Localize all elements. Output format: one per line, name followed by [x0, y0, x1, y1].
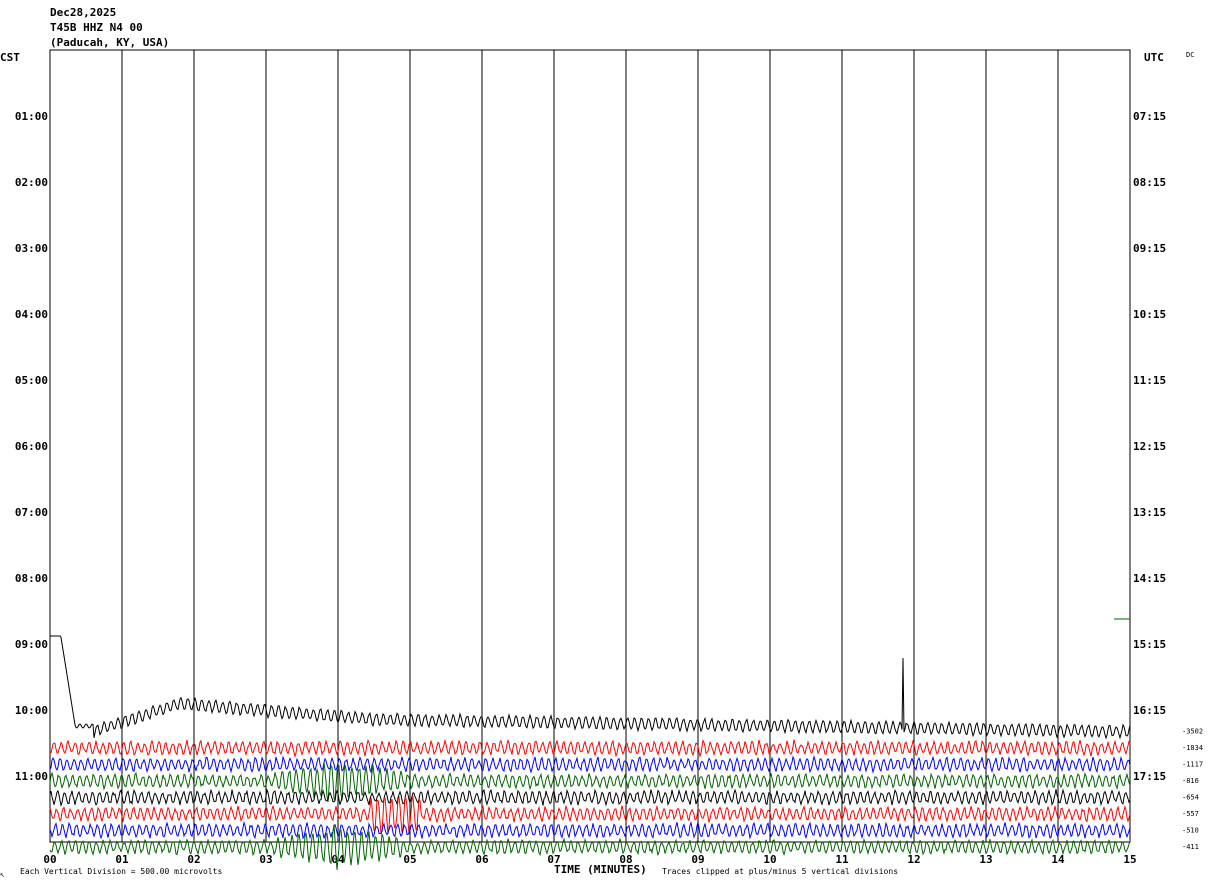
right-axis-label: UTC: [1144, 51, 1164, 64]
cst-hour-label: 02:00: [15, 176, 48, 189]
helicorder-chart: Dec28,2025 T45B HHZ N4 00 (Paducah, KY, …: [0, 6, 1203, 879]
right-time-ticks: 07:15 08:15 09:15 10:15 11:15 12:15 13:15 14:15…: [1133, 110, 1166, 783]
trace-offset-label: -816: [1182, 777, 1199, 785]
clip-note: Traces clipped at plus/minus 5 vertical …: [662, 867, 898, 876]
x-tick-label: 03: [259, 853, 272, 866]
trace-offset-label: -3502: [1182, 728, 1203, 736]
cst-hour-label: 05:00: [15, 374, 48, 387]
cst-hour-label: 11:00: [15, 770, 48, 783]
corner-mark: ↖: [0, 870, 5, 879]
x-tick-label: 15: [1123, 853, 1136, 866]
utc-hour-label: 13:15: [1133, 506, 1166, 519]
cst-hour-label: 04:00: [15, 308, 48, 321]
left-axis-label: CST: [0, 51, 20, 64]
x-tick-label: 00: [43, 853, 56, 866]
seismic-trace-blue: [49, 754, 1131, 774]
x-tick-label: 01: [115, 853, 129, 866]
seismic-trace-black: [50, 635, 1131, 740]
scale-note: Each Vertical Division = 500.00 microvol…: [20, 867, 222, 876]
cst-hour-label: 08:00: [15, 572, 48, 585]
x-tick-label: 06: [475, 853, 489, 866]
trace-offset-label: -411: [1182, 843, 1199, 851]
cst-hour-label: 01:00: [15, 110, 48, 123]
x-tick-label: 11: [835, 853, 849, 866]
cst-hour-label: 09:00: [15, 638, 48, 651]
seismic-trace-red: [50, 738, 1131, 759]
x-tick-label: 10: [763, 853, 776, 866]
x-axis-title: TIME (MINUTES): [554, 863, 647, 876]
utc-hour-label: 12:15: [1133, 440, 1166, 453]
utc-hour-label: 07:15: [1133, 110, 1166, 123]
utc-hour-label: 15:15: [1133, 638, 1166, 651]
trace-offset-label: -1834: [1182, 744, 1203, 752]
trace-offset-label: -654: [1182, 794, 1199, 802]
dc-label: DC: [1186, 51, 1194, 59]
utc-hour-label: 11:15: [1133, 374, 1166, 387]
trace-offset-label: -510: [1182, 827, 1199, 835]
x-tick-label: 05: [403, 853, 416, 866]
trace-offset-label: -1117: [1182, 761, 1203, 769]
left-time-ticks: 01:00 02:00 03:00 04:00 05:00 06:00 07:00 08:00…: [15, 110, 48, 783]
trace-offset-label: -557: [1182, 810, 1199, 818]
date-label: Dec28,2025: [50, 6, 116, 19]
x-tick-label: 09: [691, 853, 704, 866]
x-tick-label: 02: [187, 853, 200, 866]
seismic-traces: [49, 635, 1131, 870]
utc-hour-label: 09:15: [1133, 242, 1166, 255]
utc-hour-label: 14:15: [1133, 572, 1166, 585]
cst-hour-label: 07:00: [15, 506, 48, 519]
vertical-grid: [121, 50, 1059, 842]
location-label: (Paducah, KY, USA): [50, 36, 169, 49]
seismic-trace-blue: [49, 820, 1131, 840]
utc-hour-label: 16:15: [1133, 704, 1166, 717]
x-tick-label: 13: [979, 853, 992, 866]
plot-frame: [49, 49, 1131, 843]
station-label: T45B HHZ N4 00: [50, 21, 143, 34]
utc-hour-label: 17:15: [1133, 770, 1166, 783]
cst-hour-label: 10:00: [15, 704, 48, 717]
utc-hour-label: 08:15: [1133, 176, 1166, 189]
trace-offset-labels: -3502 -1834 -1117 -816 -654 -557 -510 -411: [1182, 728, 1203, 852]
x-tick-label: 12: [907, 853, 920, 866]
utc-hour-label: 10:15: [1133, 308, 1166, 321]
seismic-trace-black: [49, 788, 1131, 807]
cst-hour-label: 03:00: [15, 242, 48, 255]
cst-hour-label: 06:00: [15, 440, 48, 453]
